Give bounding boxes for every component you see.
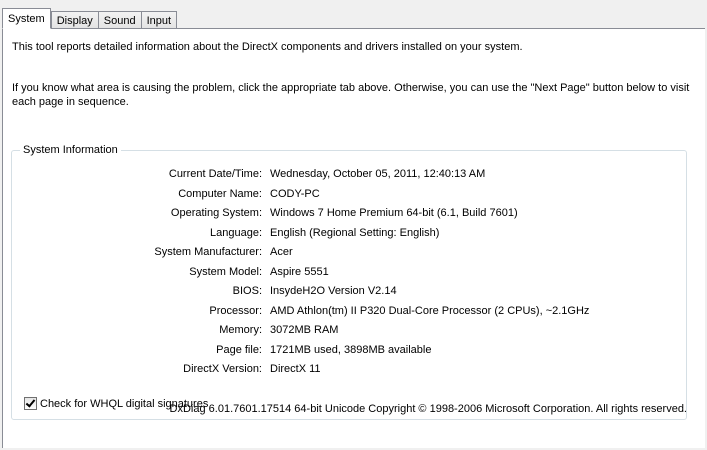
info-value: 1721MB used, 3898MB available [270,343,432,356]
info-label: DirectX Version: [183,363,262,375]
info-value: English (Regional Setting: English) [270,226,440,239]
intro-text: This tool reports detailed information a… [12,41,523,53]
copyright-footer: DxDiag 6.01.7601.17514 64-bit Unicode Co… [169,403,687,415]
row-memory: Memory: 3072MB RAM [12,323,672,337]
info-label: Page file: [216,343,262,356]
info-value: CODY-PC [270,187,320,200]
info-value: Aspire 5551 [270,265,329,278]
info-label: Processor: [209,304,262,317]
whql-checkbox[interactable] [24,397,37,410]
info-value: 3072MB RAM [270,324,339,336]
instructions-text: If you know what area is causing the pro… [12,82,690,108]
tab-strip: System Display Sound Input [2,8,178,29]
info-label: Language: [210,226,262,239]
row-directx-version: DirectX Version: DirectX 11 [12,362,672,376]
tab-display[interactable]: Display [50,11,99,29]
info-value: DirectX 11 [270,363,321,375]
info-label: Computer Name: [178,187,262,200]
tab-input[interactable]: Input [140,11,178,29]
info-label: System Manufacturer: [154,246,262,258]
system-tab-panel: This tool reports detailed information a… [2,28,705,448]
info-label: BIOS: [232,285,262,297]
row-operating-system: Operating System: Windows 7 Home Premium… [12,206,672,220]
info-value: InsydeH2O Version V2.14 [270,285,397,297]
tab-system[interactable]: System [2,8,51,29]
row-bios: BIOS: InsydeH2O Version V2.14 [12,284,672,298]
system-information-title: System Information [20,144,121,157]
row-computer-name: Computer Name: CODY-PC [12,187,672,201]
info-value: Acer [270,246,293,258]
info-label: Current Date/Time: [168,168,262,180]
info-value: Wednesday, October 05, 2011, 12:40:13 AM [270,168,486,180]
row-current-date-time: Current Date/Time: Wednesday, October 05… [12,167,672,181]
row-language: Language: English (Regional Setting: Eng… [12,226,672,240]
info-label: Memory: [219,324,262,336]
info-value: AMD Athlon(tm) II P320 Dual-Core Process… [270,304,590,317]
row-system-model: System Model: Aspire 5551 [12,265,672,279]
tab-sound[interactable]: Sound [97,11,142,29]
info-value: Windows 7 Home Premium 64-bit (6.1, Buil… [270,207,518,219]
info-label: Operating System: [170,207,262,219]
row-page-file: Page file: 1721MB used, 3898MB available [12,343,672,357]
row-processor: Processor: AMD Athlon(tm) II P320 Dual-C… [12,304,672,318]
system-information-group: System Information Current Date/Time: We… [11,144,687,420]
info-label: System Model: [189,265,262,278]
row-system-manufacturer: System Manufacturer: Acer [12,245,672,259]
